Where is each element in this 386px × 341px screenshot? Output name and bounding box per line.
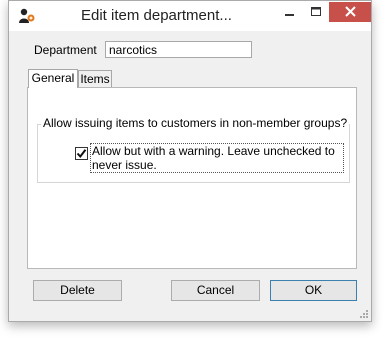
department-label: Department [34,43,97,57]
tab-items[interactable]: Items [78,70,112,88]
allow-with-warning-checkbox[interactable] [75,147,88,160]
close-button[interactable] [329,2,371,22]
app-icon [19,8,35,23]
minimize-icon [285,14,294,16]
dialog-body: Department General Items Allow issuing i… [9,31,371,321]
title-bar[interactable]: Edit item department... [9,1,371,31]
tab-general[interactable]: General [28,69,78,88]
maximize-icon [311,7,321,16]
close-icon [344,6,356,17]
department-field[interactable] [105,41,252,58]
maximize-button[interactable] [303,2,329,22]
checkmark-icon [76,149,87,159]
issuing-groupbox: Allow issuing items to customers in non-… [37,116,350,183]
ok-button[interactable]: OK [270,280,357,301]
checkbox-label[interactable]: Allow but with a warning. Leave unchecke… [90,143,344,173]
edit-item-department-dialog: Edit item department... Department Gener… [8,0,372,322]
delete-button[interactable]: Delete [33,280,122,301]
groupbox-title: Allow issuing items to customers in non-… [41,116,350,130]
window-title: Edit item department... [81,7,232,24]
general-tab-panel: Allow issuing items to customers in non-… [27,87,357,269]
resize-grip-icon[interactable] [359,309,369,319]
cancel-button[interactable]: Cancel [171,280,260,301]
minimize-button[interactable] [277,2,303,22]
